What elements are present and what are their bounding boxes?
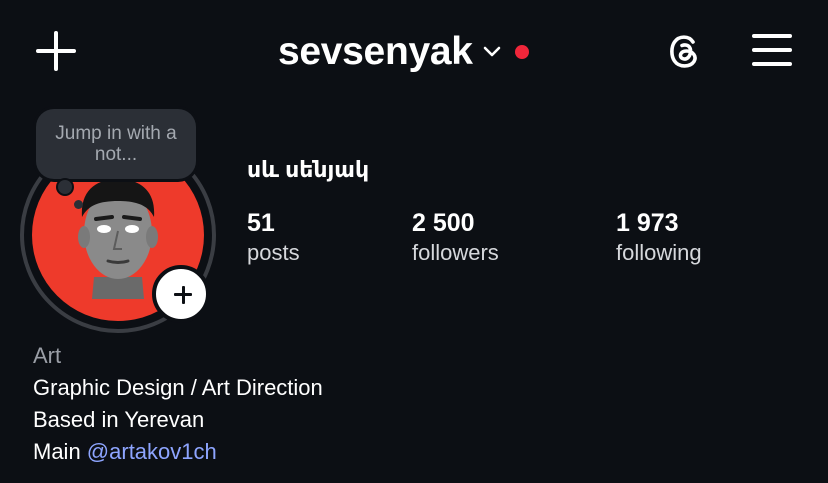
profile-page: sevsenyak Jump in with a not... սև սենյա… [0, 0, 828, 483]
posts-count: 51 [247, 209, 275, 237]
posts-label: posts [247, 240, 300, 265]
mention-link[interactable]: @artakov1ch [87, 439, 217, 464]
note-bubble[interactable]: Jump in with a not... [36, 109, 196, 179]
notification-dot-icon [514, 45, 529, 59]
account-switcher[interactable]: sevsenyak [278, 26, 529, 78]
note-text: Jump in with a not... [55, 123, 177, 165]
bio: Art Graphic Design / Art Direction Based… [33, 340, 323, 468]
bio-category: Art [33, 343, 62, 368]
bio-line: Main @artakov1ch [33, 436, 323, 468]
bio-line: Based in Yerevan [33, 407, 205, 432]
following-count: 1 973 [616, 209, 679, 237]
chevron-down-icon [483, 46, 500, 57]
note-bubble-tail-small [74, 200, 83, 209]
note-bubble-tail [58, 180, 72, 194]
display-name: սև սենյակ [247, 157, 370, 182]
hamburger-menu-icon[interactable] [752, 33, 792, 67]
bio-line: Graphic Design / Art Direction [33, 375, 323, 400]
add-story-button[interactable] [152, 265, 210, 323]
posts-stat[interactable]: 51 posts [247, 208, 300, 268]
followers-label: followers [412, 240, 499, 265]
plus-icon[interactable] [36, 31, 76, 71]
bio-main-prefix: Main [33, 439, 87, 464]
followers-stat[interactable]: 2 500 followers [412, 208, 499, 268]
followers-count: 2 500 [412, 209, 475, 237]
threads-icon[interactable] [662, 29, 706, 73]
following-stat[interactable]: 1 973 following [616, 208, 702, 268]
following-label: following [616, 240, 702, 265]
username: sevsenyak [278, 30, 473, 73]
